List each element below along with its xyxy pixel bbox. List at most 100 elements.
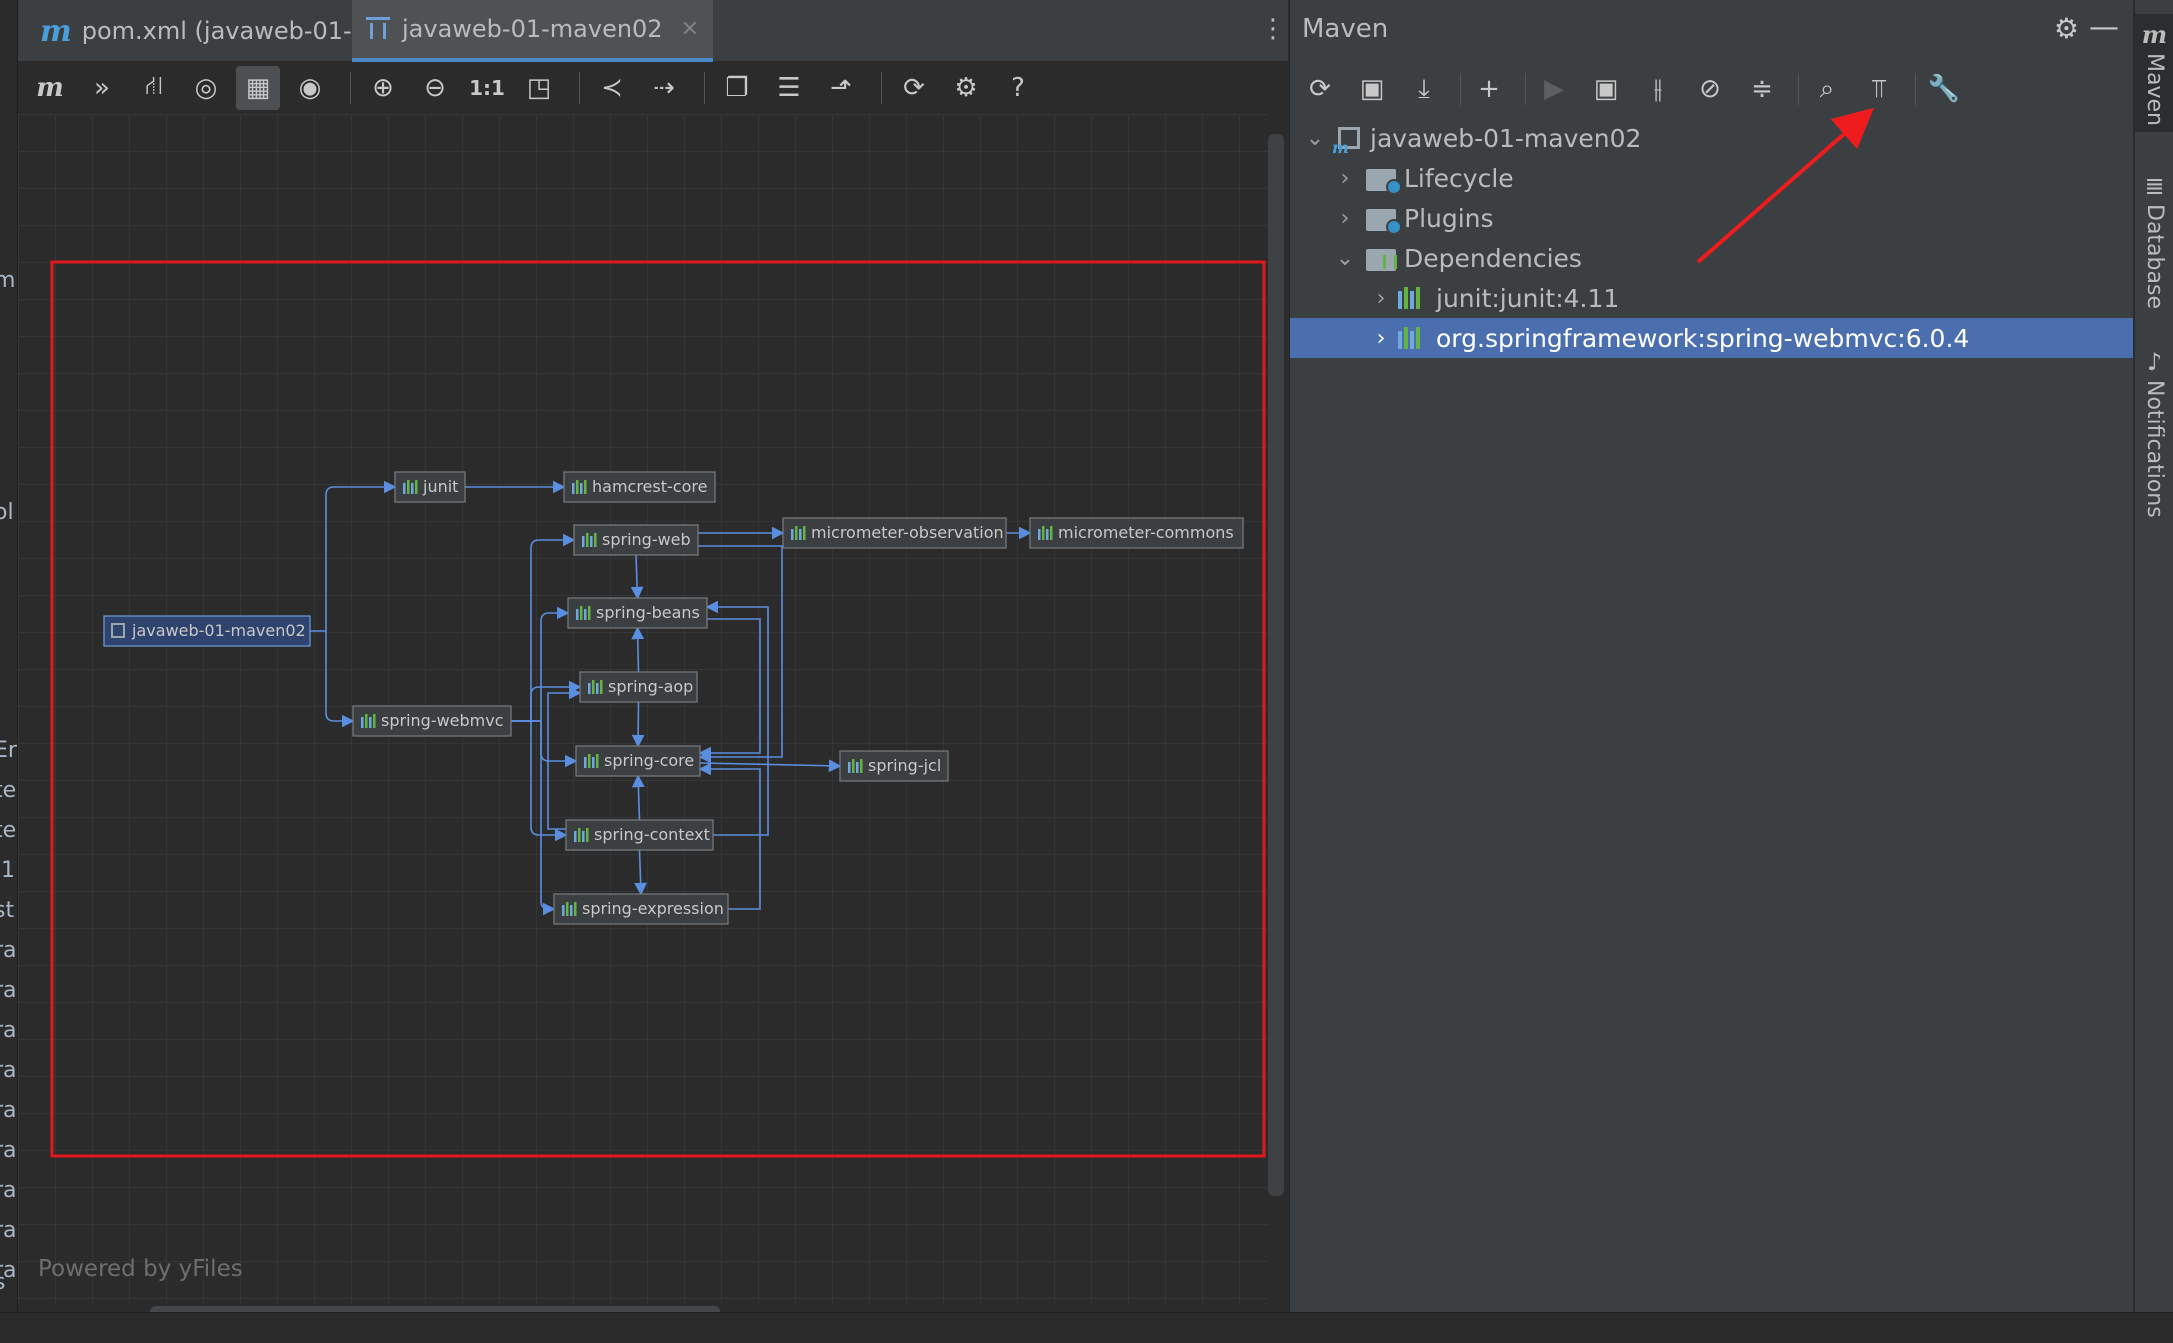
graph-node-spring-expression[interactable]: spring-expression (553, 893, 729, 925)
library-icon (1398, 327, 1428, 349)
highlight-rectangle (50, 260, 1266, 1158)
graph-node-javaweb-01-maven02[interactable]: javaweb-01-maven02 (103, 615, 311, 647)
help-icon[interactable]: ? (996, 66, 1040, 110)
diagram-canvas[interactable]: javaweb-01-maven02 junit hamcrest-core spri… (18, 114, 1268, 1304)
tree-item-plugins[interactable]: › Plugins (1290, 198, 2133, 238)
clipped-text-fragment: ra (0, 1018, 17, 1043)
chevron-right-icon[interactable]: › (1368, 326, 1394, 351)
gear-icon[interactable]: ⚙ (2054, 12, 2079, 45)
maven-m-icon: m (40, 13, 72, 49)
tree-item-label: Lifecycle (1404, 163, 1514, 193)
right-tool-stripe: m Maven ≣ Database ♪ Notifications (2134, 0, 2173, 1312)
graph-node-label: spring-webmvc (381, 711, 504, 730)
analyze-dependencies-icon[interactable]: ⌕ (1805, 67, 1849, 111)
dependency-edge (511, 606, 570, 722)
graph-node-label: spring-web (602, 530, 691, 549)
clipped-text-fragment: st (0, 898, 15, 923)
folder-library-icon (1366, 245, 1398, 271)
dependency-edge (630, 554, 644, 600)
stripe-maven[interactable]: m Maven (2135, 14, 2173, 132)
graph-node-label: micrometer-observation (811, 523, 1004, 542)
copy-icon[interactable]: ❐ (715, 66, 759, 110)
settings-wrench-icon[interactable]: 🔧 (1922, 67, 1966, 111)
bell-icon: ♪ (2146, 348, 2163, 376)
stripe-notifications[interactable]: ♪ Notifications (2135, 342, 2173, 522)
hierarchy-icon[interactable]: ⛙ (132, 66, 176, 110)
chevron-down-icon[interactable]: ⌄ (1332, 246, 1358, 271)
dependency-edge (511, 720, 578, 768)
clipped-text-fragment: ra (0, 1218, 17, 1243)
toggle-offline-icon[interactable]: ⫲ (1636, 67, 1680, 111)
graph-node-micrometer-observation[interactable]: micrometer-observation (782, 517, 1007, 549)
graph-node-spring-beans[interactable]: spring-beans (567, 597, 708, 629)
clipped-text-fragment: ra (0, 978, 17, 1003)
export-icon[interactable]: ☰ (767, 66, 811, 110)
minimize-icon[interactable]: — (2089, 10, 2119, 45)
graph-node-spring-web[interactable]: spring-web (573, 524, 699, 556)
maven-m-icon: m (2141, 20, 2168, 49)
graph-node-hamcrest-core[interactable]: hamcrest-core (563, 471, 716, 503)
status-bar (0, 1312, 2173, 1343)
graph-node-spring-core[interactable]: spring-core (575, 745, 701, 777)
focus-icon[interactable]: ◎ (184, 66, 228, 110)
tree-item-junit[interactable]: › junit:junit:4.11 (1290, 278, 2133, 318)
eye-icon[interactable]: ◉ (288, 66, 332, 110)
chevron-right-icon[interactable]: › (1332, 166, 1358, 191)
skip-tests-icon[interactable]: ⊘ (1688, 67, 1732, 111)
fit-content-icon[interactable]: ◳ (517, 66, 561, 110)
toolbar-separator (1798, 73, 1799, 105)
graph-node-junit[interactable]: junit (394, 471, 466, 503)
more-tabs-icon[interactable]: ⋮ (1260, 14, 1286, 44)
tree-item-project[interactable]: ⌄ m javaweb-01-maven02 (1290, 118, 2133, 158)
zoom-in-icon[interactable]: ⊕ (361, 66, 405, 110)
maven-m-icon[interactable]: m (28, 66, 72, 110)
graph-node-label: spring-context (594, 825, 710, 844)
show-diagram-icon[interactable]: ⫪ (1857, 67, 1901, 111)
toolbar-separator (704, 72, 705, 104)
close-icon[interactable]: ✕ (681, 17, 699, 42)
actual-size-icon[interactable]: 1:1 (465, 66, 509, 110)
settings-icon[interactable]: ⚙ (944, 66, 988, 110)
tree-item-label: junit:junit:4.11 (1436, 283, 1620, 313)
graph-node-spring-aop[interactable]: spring-aop (579, 671, 698, 703)
graph-node-spring-webmvc[interactable]: spring-webmvc (352, 705, 512, 737)
refresh-icon[interactable]: ⟳ (892, 66, 936, 110)
tree-item-dependencies[interactable]: ⌄ Dependencies (1290, 238, 2133, 278)
plus-icon[interactable]: + (1467, 67, 1511, 111)
diagram-editor: m pom.xml (javaweb-01-maven02) ✕ javaweb… (18, 0, 1288, 1312)
vertical-scrollbar[interactable] (1268, 134, 1284, 1196)
graph-node-spring-context[interactable]: spring-context (565, 819, 714, 851)
run-icon[interactable]: ▶ (1532, 67, 1576, 111)
tree-item-lifecycle[interactable]: › Lifecycle (1290, 158, 2133, 198)
export-file-icon[interactable]: ⬏ (819, 66, 863, 110)
apply-layout-icon[interactable]: ⇢ (642, 66, 686, 110)
chevron-right-icon[interactable]: › (1368, 286, 1394, 311)
library-icon (1398, 287, 1428, 309)
zoom-out-icon[interactable]: ⊖ (413, 66, 457, 110)
graph-node-label: spring-expression (582, 899, 724, 918)
dependency-edge (634, 849, 648, 896)
clipped-text-fragment: te (0, 818, 17, 843)
tree-item-spring-webmvc[interactable]: › org.springframework:spring-webmvc:6.0.… (1290, 318, 2133, 358)
add-project-icon[interactable]: ▣ (1350, 67, 1394, 111)
graph-node-spring-jcl[interactable]: spring-jcl (839, 750, 949, 782)
layout-icon[interactable]: ≺ (590, 66, 634, 110)
chevron-right-icon[interactable]: › (1332, 206, 1358, 231)
stripe-database[interactable]: ≣ Database (2135, 166, 2173, 316)
tab-diagram[interactable]: javaweb-01-maven02 ✕ (352, 0, 714, 62)
collapse-all-icon[interactable]: ≑ (1740, 67, 1784, 111)
dependency-edge (705, 600, 769, 836)
dependency-edge (310, 480, 397, 632)
graph-node-label: spring-aop (608, 677, 693, 696)
tree-item-label: org.springframework:spring-webmvc:6.0.4 (1436, 323, 1970, 353)
graph-node-micrometer-commons[interactable]: micrometer-commons (1029, 517, 1244, 549)
chevron-down-icon[interactable]: ⌄ (1302, 126, 1328, 151)
dependency-edge (699, 759, 842, 773)
select-grid-icon[interactable]: ▦ (236, 66, 280, 110)
clipped-text-fragment: s (0, 1270, 5, 1295)
show-conflicts-icon[interactable]: » (80, 66, 124, 110)
clipped-text-fragment: Er (0, 738, 17, 763)
download-icon[interactable]: ⤓ (1402, 67, 1446, 111)
execute-goal-icon[interactable]: ▣ (1584, 67, 1628, 111)
reload-icon[interactable]: ⟳ (1298, 67, 1342, 111)
